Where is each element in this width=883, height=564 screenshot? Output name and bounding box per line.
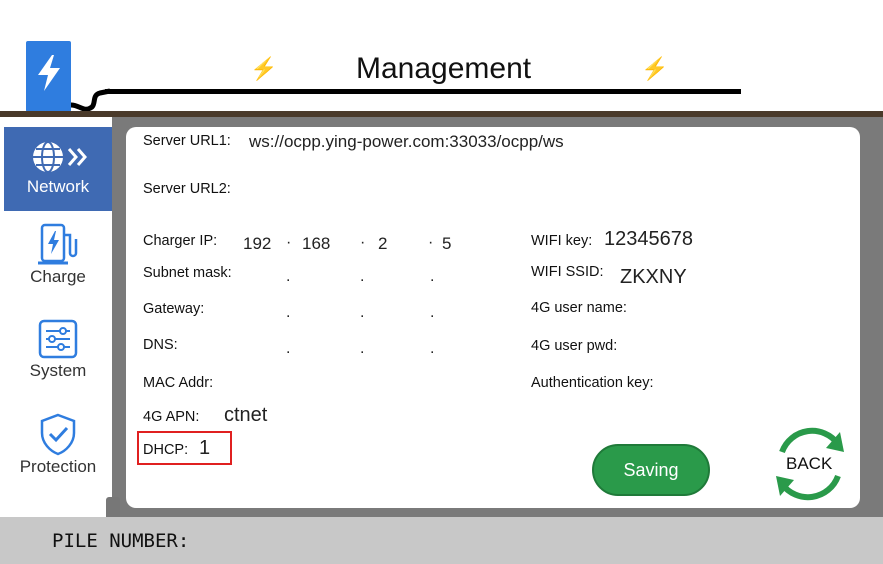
server-url1-field[interactable]: ws://ocpp.ying-power.com:33033/ocpp/ws <box>249 132 564 152</box>
sidebar-item-charge[interactable]: Charge <box>4 221 112 305</box>
server-url1-label: Server URL1: <box>143 133 231 149</box>
sidebar-item-label: Charge <box>30 267 86 286</box>
back-label: BACK <box>786 454 833 473</box>
globe-icon <box>33 141 87 173</box>
wifi-ssid-label: WIFI SSID: <box>531 264 604 280</box>
subnet-mask-label: Subnet mask: <box>143 265 232 281</box>
gateway-separator: . <box>430 304 435 321</box>
settings-sliders-icon <box>38 319 78 359</box>
sidebar-item-label: Network <box>26 177 90 196</box>
dns-separator: . <box>430 340 435 357</box>
dhcp-field[interactable]: 1 <box>199 437 210 460</box>
bolt-right-icon: ⚡ <box>641 56 669 81</box>
sidebar: Network Charge System Protection <box>0 117 112 517</box>
wifi-key-field[interactable]: 12345678 <box>604 228 693 251</box>
cable-decoration <box>70 88 111 112</box>
server-url2-label: Server URL2: <box>143 181 231 197</box>
dns-separator: . <box>286 340 291 357</box>
charger-ip-octet-2[interactable]: 168 <box>302 234 330 254</box>
dns-label: DNS: <box>143 337 178 353</box>
page-title: Management <box>356 52 532 85</box>
gateway-separator: . <box>286 304 291 321</box>
network-settings-panel <box>126 127 860 508</box>
4g-user-pwd-label: 4G user pwd: <box>531 338 618 354</box>
charger-ip-label: Charger IP: <box>143 233 218 249</box>
charger-ip-octet-3[interactable]: 2 <box>378 234 387 254</box>
sidebar-item-network[interactable]: Network <box>4 127 112 211</box>
wifi-key-label: WIFI key: <box>531 233 593 249</box>
sidebar-item-label: System <box>29 361 87 380</box>
4g-user-name-label: 4G user name: <box>531 300 627 316</box>
dhcp-label: DHCP: <box>143 442 189 458</box>
sidebar-item-label: Protection <box>19 457 97 476</box>
pile-number-label: PILE NUMBER: <box>52 530 190 552</box>
charger-ip-octet-4[interactable]: 5 <box>442 234 451 254</box>
gateway-label: Gateway: <box>143 301 205 317</box>
dns-separator: . <box>360 340 365 357</box>
plug-decoration <box>106 497 120 517</box>
bolt-left-icon: ⚡ <box>250 56 278 81</box>
authentication-key-label: Authentication key: <box>531 375 654 391</box>
subnet-separator: . <box>286 268 291 285</box>
gateway-separator: . <box>360 304 365 321</box>
shield-check-icon <box>40 413 76 456</box>
apn-field[interactable]: ctnet <box>224 404 267 427</box>
apn-label: 4G APN: <box>143 409 200 425</box>
ip-separator: · <box>428 234 434 251</box>
charger-icon <box>38 223 78 265</box>
wifi-ssid-field[interactable]: ZKXNY <box>620 266 687 289</box>
subnet-separator: . <box>430 268 435 285</box>
mac-address-label: MAC Addr: <box>143 375 214 391</box>
sidebar-item-protection[interactable]: Protection <box>4 411 112 495</box>
saving-button[interactable]: Saving <box>592 444 710 496</box>
charger-ip-octet-1[interactable]: 192 <box>243 234 271 254</box>
ip-separator: · <box>360 234 366 251</box>
server-url2-field[interactable] <box>249 180 449 200</box>
subnet-separator: . <box>360 268 365 285</box>
sidebar-item-system[interactable]: System <box>4 317 112 401</box>
header-line <box>105 89 741 94</box>
ip-separator: · <box>286 234 292 251</box>
